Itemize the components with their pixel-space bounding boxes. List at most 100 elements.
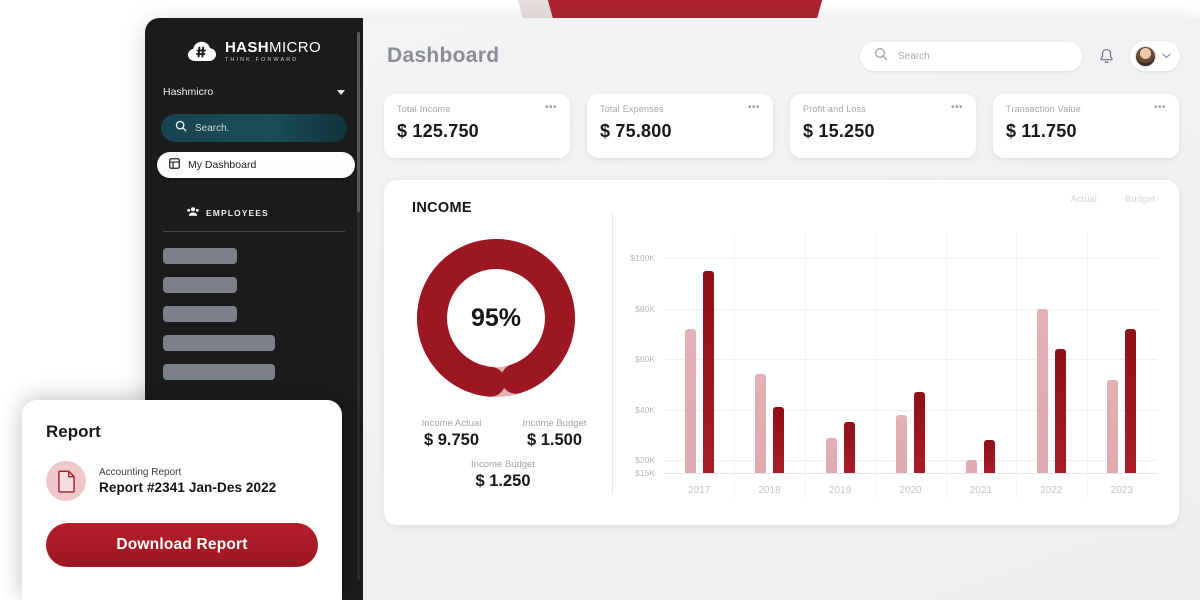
income-figures: Income Actual $ 9.750 Income Budget $ 1.…	[404, 418, 602, 450]
chart-bar-actual[interactable]	[825, 437, 837, 473]
list-item[interactable]	[163, 364, 275, 380]
kpi-value: $ 11.750	[1006, 121, 1077, 141]
sidebar-section-employees: EMPLOYEES	[163, 204, 345, 232]
chart-x-tick: 2021	[969, 485, 993, 496]
donut-percent-label: 95%	[470, 303, 522, 332]
kpi-card-total-expenses[interactable]: Total Expenses ••• $ 75.800	[587, 94, 773, 158]
chart-y-tick: $20K	[635, 455, 655, 466]
sidebar-placeholder-items	[163, 248, 363, 380]
sidebar-item-label: My Dashboard	[188, 159, 257, 171]
chart-bar-actual[interactable]	[1036, 308, 1048, 473]
chart-bar-actual[interactable]	[966, 460, 978, 473]
kpi-label: Total Expenses	[600, 104, 664, 114]
chart-x-tick: 2018	[758, 485, 781, 496]
kpi-menu-icon[interactable]: •••	[951, 103, 963, 113]
kpi-value: $ 15.250	[803, 121, 875, 141]
chart-bar-budget[interactable]	[1125, 328, 1137, 473]
dashboard-grid-icon	[169, 156, 180, 174]
chart-bar-group: 2019	[805, 238, 875, 496]
chart-bar-actual[interactable]	[684, 328, 696, 473]
income-panel: INCOME 95% Income Actual $ 9.750 Income …	[384, 180, 1179, 525]
kpi-label: Profit and Loss	[803, 104, 867, 114]
list-item[interactable]	[163, 335, 275, 351]
report-title: Report	[46, 422, 101, 441]
org-name: Hashmicro	[163, 86, 214, 98]
figure-value: $ 1.250	[475, 472, 531, 490]
chart-bar-group: 2023	[1087, 238, 1157, 496]
search-input[interactable]: Search	[860, 41, 1082, 71]
sidebar-section-label: EMPLOYEES	[206, 208, 269, 218]
legend-item-budget[interactable]: Budget	[1125, 194, 1155, 205]
sidebar-search-input[interactable]: Search.	[161, 114, 347, 142]
figure-label: Income Budget	[522, 418, 587, 429]
sidebar-scrollbar-thumb[interactable]	[357, 32, 360, 212]
chart-y-tick: $15K	[635, 468, 655, 478]
chart-x-tick: 2023	[1110, 485, 1133, 496]
kpi-value: $ 125.750	[397, 121, 479, 141]
chart-x-tick: 2017	[688, 485, 711, 496]
chart-plot-area: $100K $80K $60K $40K $20K $15K 2017 2018 2019 202…	[630, 234, 1157, 499]
figure-label: Income Budget	[471, 459, 535, 470]
chart-bar-budget[interactable]	[1054, 349, 1066, 473]
chart-bar-budget[interactable]	[843, 422, 855, 473]
sidebar-item-my-dashboard[interactable]: My Dashboard	[157, 152, 355, 178]
user-menu[interactable]	[1130, 41, 1180, 71]
sidebar-divider	[163, 231, 345, 232]
income-budget: Income Budget $ 1.500	[507, 418, 602, 450]
list-item[interactable]	[163, 306, 237, 322]
people-icon	[187, 204, 199, 222]
chart-bar-budget[interactable]	[984, 440, 996, 473]
list-item[interactable]	[163, 248, 237, 264]
kpi-menu-icon[interactable]: •••	[748, 103, 760, 113]
income-actual: Income Actual $ 9.750	[404, 418, 499, 450]
brand-tagline: THINK FORWARD	[224, 57, 299, 64]
sidebar-search-placeholder: Search.	[195, 122, 230, 134]
kpi-card-profit-and-loss[interactable]: Profit and Loss ••• $ 15.250	[790, 94, 976, 158]
chart-bar-group: 2021	[946, 238, 1016, 496]
page-title: Dashboard	[387, 44, 500, 67]
main-content: Dashboard Search Total Income ••• $ 125.…	[363, 18, 1200, 600]
chart-x-tick: 2020	[899, 485, 922, 496]
report-card: Report Accounting Report Report #2341 Ja…	[22, 400, 342, 600]
org-switcher[interactable]: Hashmicro	[163, 86, 345, 98]
chart-y-tick: $60K	[635, 354, 655, 365]
chart-gridline	[664, 473, 1157, 474]
chart-bar-actual[interactable]	[895, 414, 907, 473]
kpi-menu-icon[interactable]: •••	[1154, 103, 1166, 113]
kpi-card-transaction-value[interactable]: Transaction Value ••• $ 11.750	[993, 94, 1179, 158]
chart-bar-group: 2018	[734, 238, 804, 496]
income-summary: INCOME 95% Income Actual $ 9.750 Income …	[384, 180, 602, 525]
avatar	[1135, 45, 1156, 67]
search-icon	[175, 119, 187, 137]
figure-label: Income Actual	[421, 418, 482, 429]
topbar-actions: Search	[860, 41, 1180, 71]
bell-icon[interactable]	[1095, 44, 1117, 68]
income-bar-chart: Actual Budget $100K $80K $60K $40K $20K $15K 2…	[602, 180, 1179, 525]
search-icon	[874, 47, 888, 66]
chart-bar-budget[interactable]	[702, 270, 714, 473]
report-subtitle: Accounting Report	[99, 467, 182, 478]
list-item[interactable]	[163, 277, 237, 293]
chart-bar-group: 2022	[1016, 238, 1086, 496]
cloud-hash-icon	[187, 40, 217, 64]
chart-bar-budget[interactable]	[773, 407, 785, 473]
chart-bar-actual[interactable]	[755, 374, 767, 473]
report-item: Accounting Report Report #2341 Jan-Des 2…	[46, 461, 318, 501]
download-report-button[interactable]: Download Report	[46, 523, 318, 567]
figure-value: $ 9.750	[423, 431, 480, 449]
legend-item-actual[interactable]: Actual	[1070, 194, 1096, 205]
income-donut-chart: 95%	[408, 230, 584, 406]
document-icon	[46, 461, 86, 501]
kpi-menu-icon[interactable]: •••	[545, 103, 557, 113]
kpi-card-total-income[interactable]: Total Income ••• $ 125.750	[384, 94, 570, 158]
income-title: INCOME	[412, 200, 472, 216]
report-name: Report #2341 Jan-Des 2022	[99, 480, 277, 495]
chart-bar-budget[interactable]	[913, 392, 925, 473]
kpi-value: $ 75.800	[600, 121, 672, 141]
chart-bar-actual[interactable]	[1107, 379, 1119, 473]
chart-legend: Actual Budget	[1070, 194, 1155, 205]
brand-name: HASHMICRO	[224, 39, 322, 57]
kpi-cards: Total Income ••• $ 125.750 Total Expense…	[381, 94, 1182, 158]
topbar: Dashboard Search	[381, 18, 1182, 94]
chart-x-tick: 2019	[828, 485, 852, 496]
